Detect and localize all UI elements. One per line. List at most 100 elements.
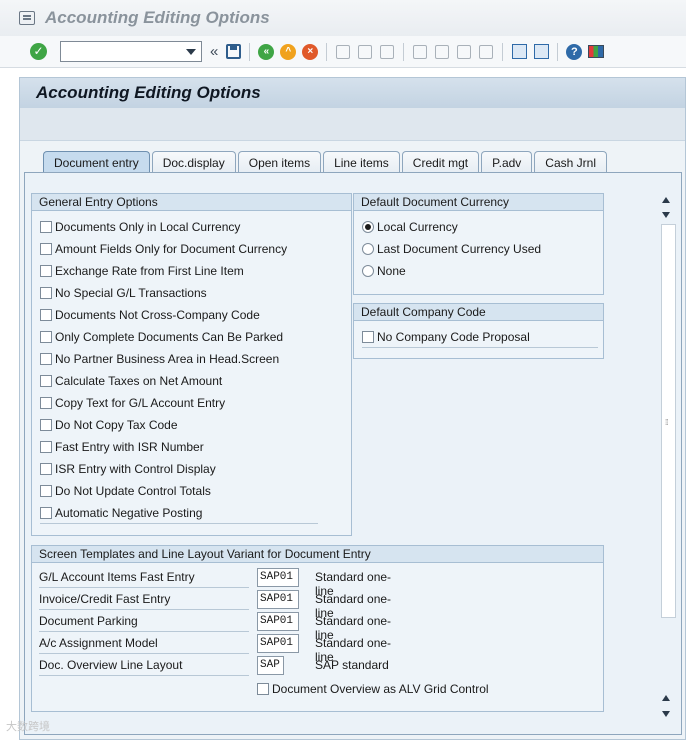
option-row[interactable]: Automatic Negative Posting	[40, 504, 202, 522]
checkbox[interactable]	[40, 463, 52, 475]
next-page-button[interactable]	[455, 43, 473, 61]
title-bar: Accounting Editing Options	[0, 0, 686, 36]
option-row[interactable]: Copy Text for G/L Account Entry	[40, 394, 225, 412]
option-row[interactable]: ISR Entry with Control Display	[40, 460, 216, 478]
template-label: Document Parking	[39, 614, 138, 628]
option-row[interactable]: Documents Not Cross-Company Code	[40, 306, 260, 324]
checkbox[interactable]	[40, 353, 52, 365]
tab-document-entry[interactable]: Document entry	[43, 151, 150, 173]
template-label: Doc. Overview Line Layout	[39, 658, 183, 672]
option-label: Automatic Negative Posting	[55, 506, 203, 520]
template-variant-field[interactable]: SAP01	[257, 590, 299, 609]
no-company-code-proposal-option[interactable]: No Company Code Proposal	[362, 328, 530, 346]
option-row[interactable]: Only Complete Documents Can Be Parked	[40, 328, 283, 346]
menu-icon[interactable]	[19, 11, 35, 25]
radio-button[interactable]	[362, 265, 374, 277]
checkbox[interactable]	[40, 397, 52, 409]
group-title: General Entry Options	[32, 194, 351, 211]
checkbox[interactable]	[40, 265, 52, 277]
option-row[interactable]: Documents Only in Local Currency	[40, 218, 240, 236]
application-toolbar	[20, 108, 685, 141]
tab-doc-display[interactable]: Doc.display	[151, 151, 236, 173]
checkbox[interactable]	[40, 309, 52, 321]
toolbar-separator	[557, 42, 559, 61]
template-row: Document Parking SAP01 Standard one-line	[39, 612, 409, 642]
checkbox[interactable]	[40, 441, 52, 453]
last-page-button[interactable]	[477, 43, 495, 61]
option-label: Last Document Currency Used	[377, 242, 542, 256]
template-variant-field[interactable]: SAP01	[257, 568, 299, 587]
print-button[interactable]	[334, 43, 352, 61]
find-button[interactable]	[356, 43, 374, 61]
create-session-button[interactable]	[510, 43, 528, 61]
option-row[interactable]: No Special G/L Transactions	[40, 284, 207, 302]
help-button[interactable]: ?	[565, 43, 583, 61]
chevron-down-icon[interactable]	[186, 49, 196, 55]
tab-p-adv[interactable]: P.adv	[481, 151, 533, 173]
tab-open-items[interactable]: Open items	[237, 151, 322, 173]
option-row[interactable]: Fast Entry with ISR Number	[40, 438, 204, 456]
save-button[interactable]	[224, 43, 242, 61]
cancel-button[interactable]: ×	[301, 43, 319, 61]
radio-button[interactable]	[362, 243, 374, 255]
option-row[interactable]: No Partner Business Area in Head.Screen	[40, 350, 279, 368]
scroll-up-arrow-icon[interactable]	[662, 197, 670, 203]
tab-cash-jrnl[interactable]: Cash Jrnl	[534, 151, 607, 173]
option-label: Do Not Copy Tax Code	[55, 418, 178, 432]
scroll-down-arrow-icon[interactable]	[662, 212, 670, 218]
checkbox[interactable]	[40, 287, 52, 299]
checkbox[interactable]	[40, 507, 52, 519]
currency-option-none[interactable]: None	[362, 262, 406, 280]
previous-page-button[interactable]	[433, 43, 451, 61]
checkbox[interactable]	[40, 375, 52, 387]
template-variant-field[interactable]: SAP01	[257, 612, 299, 631]
option-row[interactable]: Do Not Copy Tax Code	[40, 416, 178, 434]
currency-option-local[interactable]: Local Currency	[362, 218, 458, 236]
exit-button[interactable]: ^	[279, 43, 297, 61]
template-row: A/c Assignment Model SAP01 Standard one-…	[39, 634, 409, 664]
option-row[interactable]: Calculate Taxes on Net Amount	[40, 372, 222, 390]
find-next-button[interactable]	[378, 43, 396, 61]
checkbox[interactable]	[257, 683, 269, 695]
option-row[interactable]: Do Not Update Control Totals	[40, 482, 211, 500]
option-label: Copy Text for G/L Account Entry	[55, 396, 226, 410]
default-company-code-group: Default Company Code No Company Code Pro…	[353, 303, 604, 359]
checkbox[interactable]	[40, 485, 52, 497]
divider	[40, 523, 318, 524]
alv-grid-option[interactable]: Document Overview as ALV Grid Control	[257, 680, 489, 698]
divider	[39, 609, 249, 610]
collapse-chevron-icon[interactable]: «	[210, 43, 218, 60]
option-label: Calculate Taxes on Net Amount	[55, 374, 223, 388]
customize-layout-button[interactable]	[587, 43, 605, 61]
option-label: Fast Entry with ISR Number	[55, 440, 204, 454]
currency-option-last-used[interactable]: Last Document Currency Used	[362, 240, 541, 258]
back-button[interactable]: «	[257, 43, 275, 61]
checkbox[interactable]	[40, 331, 52, 343]
command-field[interactable]	[60, 41, 202, 62]
vertical-scrollbar[interactable]	[661, 224, 676, 618]
enter-check-icon[interactable]: ✓	[30, 43, 47, 60]
option-row[interactable]: Exchange Rate from First Line Item	[40, 262, 244, 280]
scroll-up-arrow-icon[interactable]	[662, 695, 670, 701]
radio-button[interactable]	[362, 221, 374, 233]
tab-credit-mgt[interactable]: Credit mgt	[401, 151, 480, 173]
scroll-down-arrow-icon[interactable]	[662, 711, 670, 717]
next-page-icon	[457, 44, 472, 59]
print-icon	[336, 44, 351, 59]
checkbox[interactable]	[40, 419, 52, 431]
checkbox[interactable]	[362, 331, 374, 343]
option-row[interactable]: Amount Fields Only for Document Currency	[40, 240, 287, 258]
shortcut-button[interactable]	[532, 43, 550, 61]
template-label: A/c Assignment Model	[39, 636, 158, 650]
tab-line-items[interactable]: Line items	[323, 151, 400, 173]
option-label: Documents Not Cross-Company Code	[55, 308, 260, 322]
tab-strip: Document entry Doc.display Open items Li…	[43, 151, 609, 173]
template-variant-field[interactable]: SAP	[257, 656, 284, 675]
first-page-button[interactable]	[411, 43, 429, 61]
checkbox[interactable]	[40, 221, 52, 233]
template-variant-field[interactable]: SAP01	[257, 634, 299, 653]
scroll-grip-icon[interactable]: ⁞⁞	[665, 418, 669, 427]
toolbar-separator	[502, 42, 504, 61]
checkbox[interactable]	[40, 243, 52, 255]
command-input[interactable]	[61, 42, 181, 61]
